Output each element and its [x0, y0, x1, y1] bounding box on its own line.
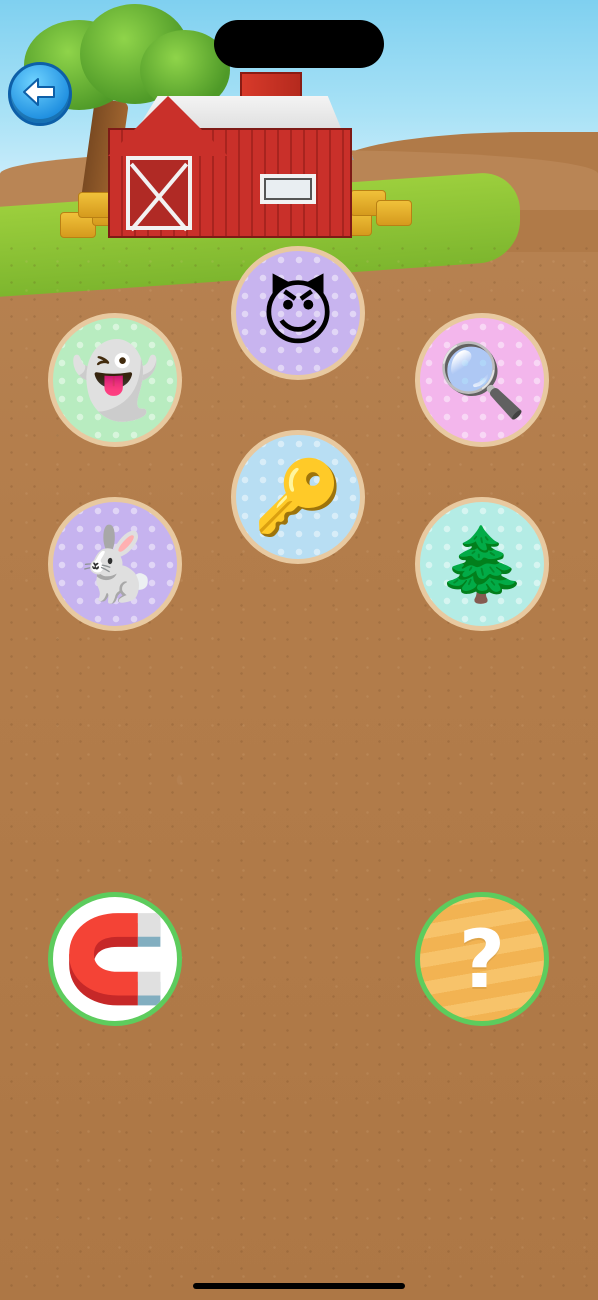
tile-smiling-devil[interactable]: 😈: [231, 246, 365, 380]
magnifying-glass-icon: 🔍: [437, 338, 527, 422]
question-mark-icon: ?: [458, 912, 506, 1006]
tile-rabbit[interactable]: 🐇: [48, 497, 182, 631]
magnet-icon: 🧲: [62, 910, 168, 1008]
barn-door: [126, 156, 192, 230]
tile-ghost[interactable]: 👻: [48, 313, 182, 447]
back-button[interactable]: [8, 62, 72, 126]
tile-key[interactable]: 🔑: [231, 430, 365, 564]
evergreen-tree-icon: 🌲: [437, 522, 527, 606]
tile-magnifying-glass[interactable]: 🔍: [415, 313, 549, 447]
hay-bale: [376, 200, 412, 226]
home-indicator[interactable]: [193, 1283, 405, 1289]
smiling-devil-icon: 😈: [260, 271, 336, 355]
device-notch: [214, 20, 384, 68]
rabbit-icon: 🐇: [70, 522, 160, 606]
magnet-powerup-button[interactable]: 🧲: [48, 892, 182, 1026]
tile-evergreen-tree[interactable]: 🌲: [415, 497, 549, 631]
hint-powerup-button[interactable]: ?: [415, 892, 549, 1026]
left-arrow-icon: [22, 77, 58, 111]
key-icon: 🔑: [253, 455, 343, 539]
barn-window: [260, 174, 316, 204]
ghost-icon: 👻: [70, 338, 160, 422]
game-screen: 😈 👻 🔍 🔑 🐇 🌲 🧲 ?: [0, 0, 598, 1300]
